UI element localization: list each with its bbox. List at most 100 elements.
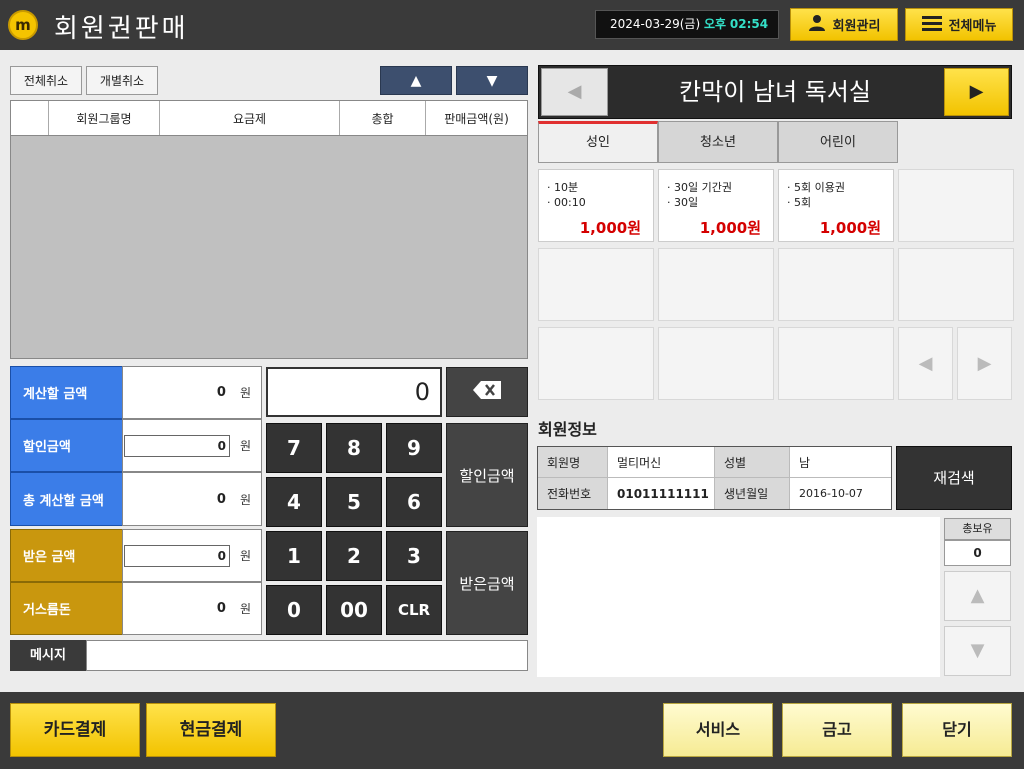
all-menu-button[interactable]: 전체메뉴 xyxy=(905,8,1013,41)
product-name: · 30일 기간권 xyxy=(667,181,732,194)
column-header-group[interactable]: 회원그룹명 xyxy=(49,101,160,135)
product-card[interactable]: · 5회 이용권 · 5회 1,000원 xyxy=(778,169,894,242)
unit-text: 원 xyxy=(239,492,251,507)
gender-label: 성별 xyxy=(715,447,790,478)
key-00[interactable]: 00 xyxy=(326,585,382,635)
triangle-down-icon: ▼ xyxy=(486,73,498,89)
key-8[interactable]: 8 xyxy=(326,423,382,473)
ampm-text: 오후 xyxy=(703,17,727,31)
cashbox-button[interactable]: 금고 xyxy=(782,703,892,757)
triangle-left-icon: ◀ xyxy=(918,353,933,374)
detail-scroll-down-button[interactable]: ▼ xyxy=(944,626,1011,676)
gender-value: 남 xyxy=(790,447,891,478)
tab-child[interactable]: 어린이 xyxy=(778,121,898,163)
member-detail-list[interactable] xyxy=(537,517,940,677)
close-button[interactable]: 닫기 xyxy=(902,703,1012,757)
member-management-button[interactable]: 회원관리 xyxy=(790,8,898,41)
total-holding-value: 0 xyxy=(944,540,1011,566)
tab-youth[interactable]: 청소년 xyxy=(658,121,778,163)
sales-table-header: 회원그룹명 요금제 총합 판매금액(원) xyxy=(10,100,528,136)
total-holding-label: 총보유 xyxy=(944,518,1011,540)
date-text: 2024-03-29(금) xyxy=(610,17,701,31)
member-name-value: 멀티머신 xyxy=(608,447,715,478)
triangle-right-icon: ▶ xyxy=(969,81,984,102)
store-prev-button[interactable]: ◀ xyxy=(541,68,608,116)
all-menu-label: 전체메뉴 xyxy=(948,19,997,34)
key-0[interactable]: 0 xyxy=(266,585,322,635)
sales-table-body[interactable] xyxy=(10,135,528,359)
triangle-right-icon: ▶ xyxy=(977,353,992,374)
cash-payment-button[interactable]: 현금결제 xyxy=(146,703,276,757)
product-slot-empty[interactable] xyxy=(778,248,894,321)
product-price: 1,000원 xyxy=(699,219,761,237)
datetime-display: 2024-03-29(금) 오후 02:54 xyxy=(595,10,779,39)
cancel-each-button[interactable]: 개별취소 xyxy=(86,66,158,95)
detail-scroll-up-button[interactable]: ▲ xyxy=(944,571,1011,621)
product-name: · 5회 이용권 xyxy=(787,181,845,194)
backspace-button[interactable] xyxy=(446,367,528,417)
change-value: 0원 xyxy=(122,582,262,635)
change-label: 거스름돈 xyxy=(10,582,123,635)
apply-discount-button[interactable]: 할인금액 xyxy=(446,423,528,527)
product-duration: · 30일 xyxy=(667,196,699,209)
product-card[interactable]: · 10분 · 00:10 1,000원 xyxy=(538,169,654,242)
key-2[interactable]: 2 xyxy=(326,531,382,581)
key-7[interactable]: 7 xyxy=(266,423,322,473)
cancel-all-button[interactable]: 전체취소 xyxy=(10,66,82,95)
due-amount-number: 0 xyxy=(216,385,226,400)
received-amount-input[interactable]: 0 xyxy=(123,544,230,567)
column-header-select[interactable] xyxy=(11,101,49,135)
product-price: 1,000원 xyxy=(579,219,641,237)
total-due-number: 0 xyxy=(216,491,226,507)
time-text: 02:54 xyxy=(729,17,769,31)
product-slot-empty[interactable] xyxy=(898,169,1014,242)
backspace-icon xyxy=(473,381,501,403)
scroll-up-button[interactable]: ▲ xyxy=(380,66,452,95)
store-name: 칸막이 남녀 독서실 xyxy=(679,78,871,106)
app-logo-icon: m xyxy=(8,10,38,40)
member-management-label: 회원관리 xyxy=(832,19,881,34)
page-title: 회원권판매 xyxy=(54,14,189,44)
key-4[interactable]: 4 xyxy=(266,477,322,527)
store-next-button[interactable]: ▶ xyxy=(944,68,1009,116)
member-info-table: 회원명 멀티머신 성별 남 전화번호 01011111111 생년월일 2016… xyxy=(537,446,892,510)
triangle-left-icon: ◀ xyxy=(567,81,582,102)
product-slot-empty[interactable] xyxy=(658,327,774,400)
product-card[interactable]: · 30일 기간권 · 30일 1,000원 xyxy=(658,169,774,242)
key-clear[interactable]: CLR xyxy=(386,585,442,635)
column-header-total[interactable]: 총합 xyxy=(340,101,426,135)
product-next-page-button[interactable]: ▶ xyxy=(957,327,1012,400)
product-slot-empty[interactable] xyxy=(658,248,774,321)
card-payment-button[interactable]: 카드결제 xyxy=(10,703,140,757)
apply-received-button[interactable]: 받은금액 xyxy=(446,531,528,635)
discount-amount-input[interactable]: 0 xyxy=(123,434,230,457)
product-name: · 10분 xyxy=(547,181,579,194)
product-slot-empty[interactable] xyxy=(898,248,1014,321)
key-6[interactable]: 6 xyxy=(386,477,442,527)
member-name-label: 회원명 xyxy=(538,447,608,478)
phone-label: 전화번호 xyxy=(538,478,608,509)
research-button[interactable]: 재검색 xyxy=(896,446,1012,510)
product-slot-empty[interactable] xyxy=(778,327,894,400)
key-5[interactable]: 5 xyxy=(326,477,382,527)
column-header-amount[interactable]: 판매금액(원) xyxy=(426,101,527,135)
unit-text: 원 xyxy=(239,602,251,616)
scroll-down-button[interactable]: ▼ xyxy=(456,66,528,95)
column-header-plan[interactable]: 요금제 xyxy=(160,101,340,135)
key-1[interactable]: 1 xyxy=(266,531,322,581)
key-9[interactable]: 9 xyxy=(386,423,442,473)
received-amount-label: 받은 금액 xyxy=(10,529,123,582)
received-amount-value: 0원 xyxy=(122,529,262,582)
product-slot-empty[interactable] xyxy=(538,248,654,321)
product-slot-empty[interactable] xyxy=(538,327,654,400)
hamburger-icon xyxy=(921,15,942,35)
service-button[interactable]: 서비스 xyxy=(663,703,773,757)
phone-value: 01011111111 xyxy=(608,478,715,509)
tab-adult[interactable]: 성인 xyxy=(538,121,658,163)
due-amount-label: 계산할 금액 xyxy=(10,366,123,419)
birthdate-label: 생년월일 xyxy=(715,478,790,509)
product-prev-page-button[interactable]: ◀ xyxy=(898,327,953,400)
total-due-label: 총 계산할 금액 xyxy=(10,472,123,526)
key-3[interactable]: 3 xyxy=(386,531,442,581)
keypad-display: 0 xyxy=(266,367,442,417)
